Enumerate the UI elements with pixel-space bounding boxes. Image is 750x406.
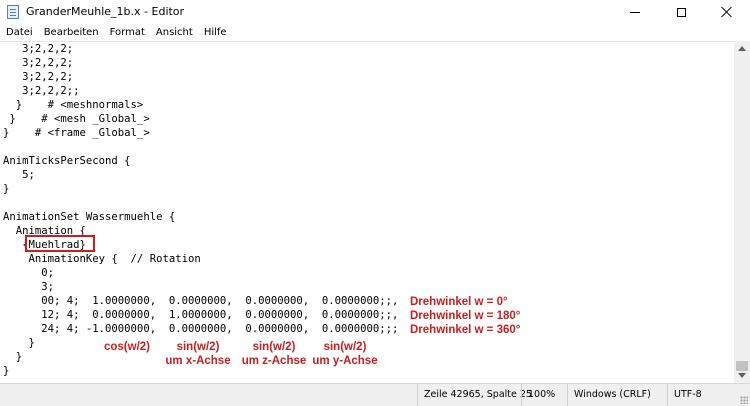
maximize-button[interactable] <box>658 0 704 24</box>
annotation-sin-y-line1: sin(w/2) <box>323 341 367 353</box>
code-line: 5; <box>3 169 35 181</box>
annotation-drehwinkel-0: Drehwinkel w = 0° <box>410 296 508 308</box>
code-line: } <box>3 337 35 349</box>
resize-grip-icon[interactable] <box>740 396 748 404</box>
minimize-icon <box>630 11 640 13</box>
annotation-cos: cos(w/2) <box>103 341 150 353</box>
menu-bar: Datei Bearbeiten Format Ansicht Hilfe <box>0 24 750 41</box>
muehlrad-highlight-box <box>25 235 95 252</box>
close-button[interactable] <box>704 0 750 24</box>
scroll-up-icon[interactable] <box>738 46 746 51</box>
encoding: UTF-8 <box>667 384 750 406</box>
code-line: 0; <box>3 267 55 279</box>
code-line: 12; 4; 0.0000000, 1.0000000, 0.0000000, … <box>3 309 399 321</box>
code-line: } # <mesh _Global_> <box>3 113 150 125</box>
code-line: 3; <box>3 281 55 293</box>
code-line: } <box>3 351 23 363</box>
zoom-level: 100% <box>521 384 567 406</box>
code-line: AnimTicksPerSecond { <box>3 155 131 167</box>
line-endings: Windows (CRLF) <box>567 384 667 406</box>
code-line: 3;2,2,2;; <box>3 85 80 97</box>
annotation-drehwinkel-180: Drehwinkel w = 180° <box>410 310 521 322</box>
code-line: } <box>3 183 10 195</box>
annotation-sin-z-line2: um z-Achse <box>241 355 307 367</box>
minimize-button[interactable] <box>612 0 658 24</box>
code-line: 3;2,2,2; <box>3 43 74 55</box>
code-line: } # <meshnormals> <box>3 99 144 111</box>
annotation-sin-z-line1: sin(w/2) <box>252 341 296 353</box>
code-line: AnimationKey { // Rotation <box>3 253 201 265</box>
annotation-sin-x-line1: sin(w/2) <box>176 341 220 353</box>
menu-ansicht[interactable]: Ansicht <box>150 27 198 38</box>
title-bar: GranderMeuhle_1b.x - Editor <box>0 0 750 24</box>
annotation-sin-x-line2: um x-Achse <box>165 355 231 367</box>
menu-hilfe[interactable]: Hilfe <box>198 27 232 38</box>
code-line: AnimationSet Wassermuehle { <box>3 211 176 223</box>
code-line: 3;2,2,2; <box>3 57 74 69</box>
maximize-icon <box>676 7 686 17</box>
scrollbar-thumb[interactable] <box>736 361 748 371</box>
close-icon <box>721 6 733 18</box>
code-line: } # <frame _Global_> <box>3 127 150 139</box>
menu-format[interactable]: Format <box>104 27 150 38</box>
text-editor[interactable]: 3;2,2,2; 3;2,2,2; 3;2,2,2; 3;2,2,2;; } #… <box>0 41 734 384</box>
cursor-position: Zeile 42965, Spalte 25 <box>417 384 532 406</box>
scroll-down-icon[interactable] <box>738 373 746 378</box>
code-line: } <box>3 365 10 377</box>
code-line: 24; 4; -1.0000000, 0.0000000, 0.0000000,… <box>3 323 399 335</box>
status-bar: Zeile 42965, Spalte 25 100% Windows (CRL… <box>0 383 750 406</box>
menu-bearbeiten[interactable]: Bearbeiten <box>38 27 104 38</box>
menu-datei[interactable]: Datei <box>0 27 38 38</box>
annotation-sin-y-line2: um y-Achse <box>312 355 378 367</box>
annotation-drehwinkel-360: Drehwinkel w = 360° <box>410 324 521 336</box>
notepad-icon <box>7 5 19 19</box>
vertical-scrollbar[interactable] <box>734 41 750 383</box>
code-line: 3;2,2,2; <box>3 71 74 83</box>
window-title: GranderMeuhle_1b.x - Editor <box>26 5 185 18</box>
code-line: 00; 4; 1.0000000, 0.0000000, 0.0000000, … <box>3 295 399 307</box>
